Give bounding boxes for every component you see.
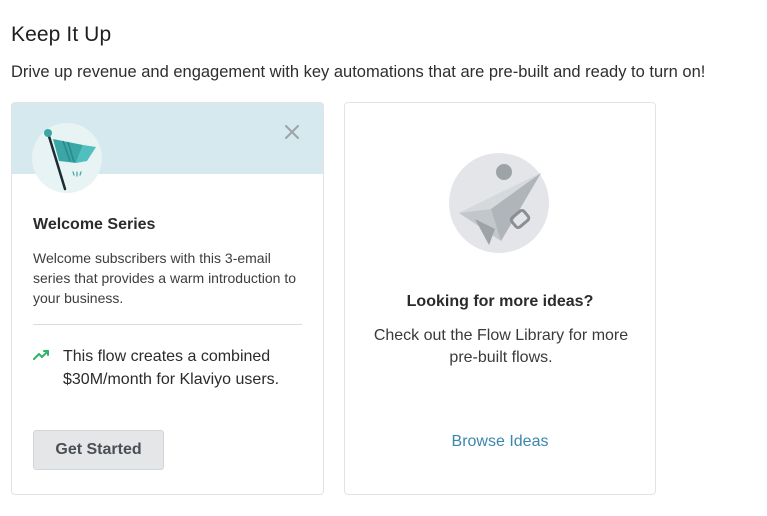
welcome-series-card: Welcome Series Welcome subscribers with … [11, 102, 324, 495]
divider [33, 324, 302, 325]
close-icon[interactable] [281, 121, 303, 143]
get-started-button[interactable]: Get Started [33, 430, 164, 470]
card-description: Welcome subscribers with this 3-email se… [33, 250, 297, 306]
card-description: Check out the Flow Library for more pre-… [373, 327, 629, 366]
section-subtitle: Drive up revenue and engagement with key… [11, 63, 706, 81]
card-title: Looking for more ideas? [406, 293, 594, 310]
paper-plane-icon [449, 153, 549, 253]
trending-up-icon [33, 348, 51, 362]
section-title: Keep It Up [11, 23, 112, 46]
browse-ideas-link[interactable]: Browse Ideas [345, 433, 655, 451]
revenue-stat: This flow creates a combined $30M/month … [63, 348, 280, 388]
more-ideas-card: Looking for more ideas? Check out the Fl… [344, 102, 656, 495]
flag-icon [32, 123, 102, 193]
keep-it-up-page: Keep It Up Drive up revenue and engageme… [0, 0, 767, 516]
card-title: Welcome Series [33, 216, 156, 233]
